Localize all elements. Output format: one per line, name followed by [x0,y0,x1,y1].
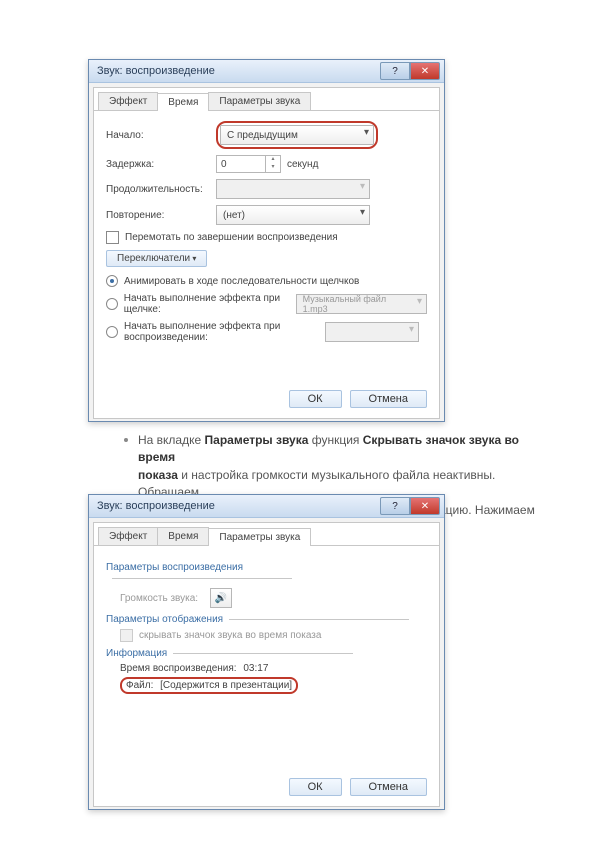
titlebar-1: Звук: воспроизведение ? ✕ [89,60,444,83]
repeat-value: (нет) [223,210,245,221]
tab-effect[interactable]: Эффект [98,92,158,110]
volume-button: 🔊 [210,588,232,608]
duration-dropdown [216,179,370,199]
help-button-2[interactable]: ? [380,497,410,515]
radio-animate-sequence[interactable] [106,275,118,287]
delay-unit: секунд [287,159,318,170]
start-label: Начало: [106,130,216,141]
tab-time-2[interactable]: Время [157,527,209,545]
hide-icon-checkbox [120,629,133,642]
volume-label: Громкость звука: [120,593,210,604]
highlight-file: Файл: [Содержится в презентации] [120,677,298,694]
close-icon: ✕ [421,501,429,512]
radio-click-label: Начать выполнение эффекта при щелчке: [124,293,290,315]
radio-animate-label: Анимировать в ходе последовательности ще… [124,276,359,287]
info-section-label: Информация [106,648,427,659]
radio-play-label: Начать выполнение эффекта при воспроизве… [124,321,319,343]
dialog-title: Звук: воспроизведение [97,65,380,77]
radio-start-on-play[interactable] [106,326,118,338]
start-value: С предыдущим [227,130,298,141]
rewind-checkbox[interactable] [106,231,119,244]
display-section-label: Параметры отображения [106,614,427,625]
start-dropdown[interactable]: С предыдущим [220,125,374,145]
bullet-dot [124,438,128,442]
close-button[interactable]: ✕ [410,62,440,80]
tab-sound-params[interactable]: Параметры звука [208,92,311,110]
tabstrip-2: Эффект Время Параметры звука [94,523,439,546]
delay-value: 0 [221,159,227,170]
cancel-button-2[interactable]: Отмена [350,778,427,796]
repeat-dropdown[interactable]: (нет) [216,205,370,225]
duration-label: Продолжительность: [106,184,216,195]
tabstrip: Эффект Время Параметры звука [94,88,439,111]
playback-section-label: Параметры воспроизведения [106,562,427,584]
delay-label: Задержка: [106,159,216,170]
ok-button-2[interactable]: ОК [289,778,342,796]
close-icon: ✕ [421,66,429,77]
play-target-dropdown [325,322,419,342]
titlebar-2: Звук: воспроизведение ? ✕ [89,495,444,518]
tab-time[interactable]: Время [157,93,209,111]
hide-icon-label: скрывать значок звука во время показа [139,630,321,641]
dialog-title-2: Звук: воспроизведение [97,500,380,512]
radio-start-on-click[interactable] [106,298,118,310]
click-target-value: Музыкальный файл 1.mp3 [303,294,410,314]
triggers-button[interactable]: Переключатели [106,250,207,267]
tab-effect-2[interactable]: Эффект [98,527,158,545]
repeat-label: Повторение: [106,210,216,221]
help-button[interactable]: ? [380,62,410,80]
ok-button[interactable]: ОК [289,390,342,408]
delay-spinner[interactable]: 0 ▴▾ [216,155,281,173]
tab-sound-params-2[interactable]: Параметры звука [208,528,311,546]
dialog-sound-playback-1: Звук: воспроизведение ? ✕ Эффект Время П… [88,59,445,422]
file-value: [Содержится в презентации] [160,680,292,691]
speaker-icon: 🔊 [215,593,227,604]
click-target-dropdown: Музыкальный файл 1.mp3 [296,294,427,314]
cancel-button[interactable]: Отмена [350,390,427,408]
help-icon: ? [392,501,398,512]
rewind-label: Перемотать по завершении воспроизведения [125,232,338,243]
help-icon: ? [392,66,398,77]
file-label: Файл: [126,680,153,691]
length-value: 03:17 [243,663,268,674]
close-button-2[interactable]: ✕ [410,497,440,515]
highlight-start: С предыдущим [216,121,378,149]
dialog-sound-playback-2: Звук: воспроизведение ? ✕ Эффект Время П… [88,494,445,810]
length-label: Время воспроизведения: [120,663,237,674]
